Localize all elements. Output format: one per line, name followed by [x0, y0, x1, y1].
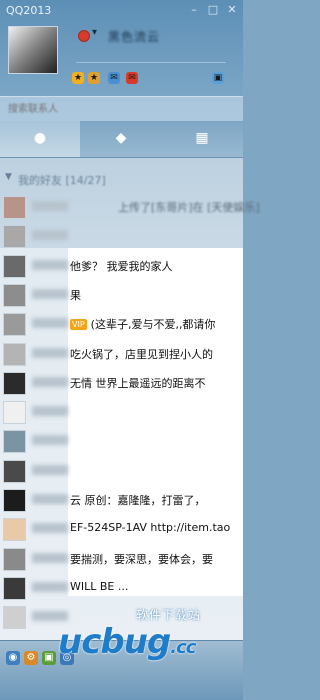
tab-groups[interactable]: ◆: [81, 121, 161, 157]
contact-name-blurred: [32, 230, 68, 240]
vip-badge: VIP: [70, 319, 87, 330]
search-input[interactable]: [6, 101, 210, 118]
qq-main-window: QQ2013 – □ ✕ ▾ 黑色流云 ★ ★ ✉ ✉ ▣ ● ◆ ▦ ▼ 我的…: [0, 0, 260, 700]
contact-name-blurred: [32, 553, 68, 563]
tab-contacts[interactable]: ●: [0, 121, 80, 157]
signature-text: (这辈子,爱与不爱,,都请你: [90, 318, 216, 331]
contacts-icon: ●: [33, 130, 47, 146]
signature-field[interactable]: [76, 50, 226, 63]
avatar[interactable]: [3, 460, 26, 483]
chat-bubble-icon: ◆: [115, 130, 127, 146]
contact-row[interactable]: EF-524SP-1AV http://item.tao: [0, 516, 243, 544]
message-box-icon[interactable]: ▣: [212, 72, 224, 84]
signature-text: 云 原创：嘉隆隆，打雷了，: [70, 494, 206, 507]
avatar[interactable]: [3, 196, 26, 219]
profile-avatar[interactable]: [8, 26, 58, 74]
weibo-icon[interactable]: ✉: [108, 72, 120, 84]
contact-row[interactable]: WILL BE ...: [0, 575, 243, 603]
signature-text: 果: [70, 289, 81, 302]
contact-name-blurred: [32, 523, 68, 533]
signature-text: EF-524SP-1AV http://item.tao: [70, 521, 231, 534]
contact-row[interactable]: [0, 399, 243, 427]
mail-icon[interactable]: ✉: [126, 72, 138, 84]
contact-row[interactable]: 他爹？ 我爱我的家人: [0, 253, 243, 281]
contact-row[interactable]: [0, 428, 243, 456]
contact-row[interactable]: 果: [0, 282, 243, 310]
chevron-down-icon[interactable]: ▾: [92, 27, 97, 38]
contact-row[interactable]: 要揣测，要深思，要体会，要: [0, 546, 243, 574]
avatar[interactable]: [3, 518, 26, 541]
main-menu-icon[interactable]: ◉: [6, 651, 20, 665]
close-icon[interactable]: ✕: [224, 3, 240, 17]
contact-row[interactable]: 无情 世界上最遥远的距离不: [0, 370, 243, 398]
avatar[interactable]: [3, 225, 26, 248]
contact-row[interactable]: 云 原创：嘉隆隆，打雷了，: [0, 487, 243, 515]
tab-recent[interactable]: ▦: [162, 121, 242, 157]
main-tabs: ● ◆ ▦: [0, 121, 243, 158]
site-watermark: 软件下载站 ucbug.cc: [58, 602, 241, 668]
settings-icon[interactable]: ⚙: [24, 651, 38, 665]
minimize-icon[interactable]: –: [186, 3, 202, 17]
qzone-icon[interactable]: ★: [88, 72, 100, 84]
contact-name-blurred: [32, 494, 68, 504]
watermark-caption: 软件下载站: [136, 608, 202, 622]
contact-name-blurred: [32, 318, 68, 328]
signature-text: 上传了[东哥片]在 [天使娱乐]: [118, 201, 260, 214]
contact-signature: 果: [70, 287, 81, 303]
contact-name-blurred: [32, 582, 68, 592]
avatar[interactable]: [3, 343, 26, 366]
avatar[interactable]: [3, 606, 26, 629]
avatar[interactable]: [3, 313, 26, 336]
avatar[interactable]: [3, 430, 26, 453]
contact-name-blurred: [32, 201, 68, 211]
contact-signature: 上传了[东哥片]在 [天使娱乐]: [118, 199, 260, 215]
contact-row[interactable]: VIP (这辈子,爱与不爱,,都请你: [0, 311, 243, 339]
contact-row[interactable]: [0, 458, 243, 486]
avatar[interactable]: [3, 255, 26, 278]
contact-row[interactable]: [0, 223, 243, 251]
avatar[interactable]: [3, 548, 26, 571]
signature-text: 他爹？ 我爱我的家人: [70, 260, 173, 273]
app-title: QQ2013: [6, 4, 52, 17]
title-bar[interactable]: QQ2013 – □ ✕: [0, 0, 243, 22]
contact-name-blurred: [32, 260, 68, 270]
profile-nickname: 黑色流云: [108, 30, 161, 44]
avatar[interactable]: [3, 372, 26, 395]
contact-name-blurred: [32, 435, 68, 445]
contact-signature: 云 原创：嘉隆隆，打雷了，: [70, 492, 206, 508]
signature-text: 吃火锅了，店里见到捏小人的: [70, 348, 213, 361]
avatar[interactable]: [3, 284, 26, 307]
avatar[interactable]: [3, 401, 26, 424]
signature-text: 要揣测，要深思，要体会，要: [70, 553, 213, 566]
contact-name-blurred: [32, 406, 68, 416]
qq-level-icon[interactable]: ★: [72, 72, 84, 84]
app-icon-bar: ★ ★ ✉ ✉ ▣: [72, 72, 242, 88]
contact-signature: 要揣测，要深思，要体会，要: [70, 551, 213, 567]
contact-name-blurred: [32, 348, 68, 358]
search-bar: [0, 96, 243, 122]
contact-signature: 他爹？ 我爱我的家人: [70, 258, 173, 274]
contact-name-blurred: [32, 377, 68, 387]
contact-signature: 吃火锅了，店里见到捏小人的: [70, 346, 213, 362]
contact-row[interactable]: 上传了[东哥片]在 [天使娱乐]: [0, 194, 260, 222]
avatar[interactable]: [3, 577, 26, 600]
contact-row[interactable]: 吃火锅了，店里见到捏小人的: [0, 341, 243, 369]
app-manager-icon[interactable]: ▣: [42, 651, 56, 665]
contact-name-blurred: [32, 289, 68, 299]
signature-text: WILL BE ...: [70, 580, 129, 593]
contact-signature: EF-524SP-1AV http://item.tao: [70, 521, 230, 534]
contact-signature: VIP (这辈子,爱与不爱,,都请你: [70, 316, 215, 332]
avatar[interactable]: [3, 489, 26, 512]
contact-name-blurred: [32, 465, 68, 475]
maximize-icon[interactable]: □: [205, 3, 221, 17]
contact-signature: WILL BE ...: [70, 580, 128, 593]
grid-icon: ▦: [195, 130, 209, 146]
watermark-logo: ucbug.cc: [58, 622, 196, 662]
signature-text: 无情 世界上最遥远的距离不: [70, 377, 206, 390]
online-status-icon[interactable]: [78, 30, 90, 42]
contact-signature: 无情 世界上最遥远的距离不: [70, 375, 206, 391]
